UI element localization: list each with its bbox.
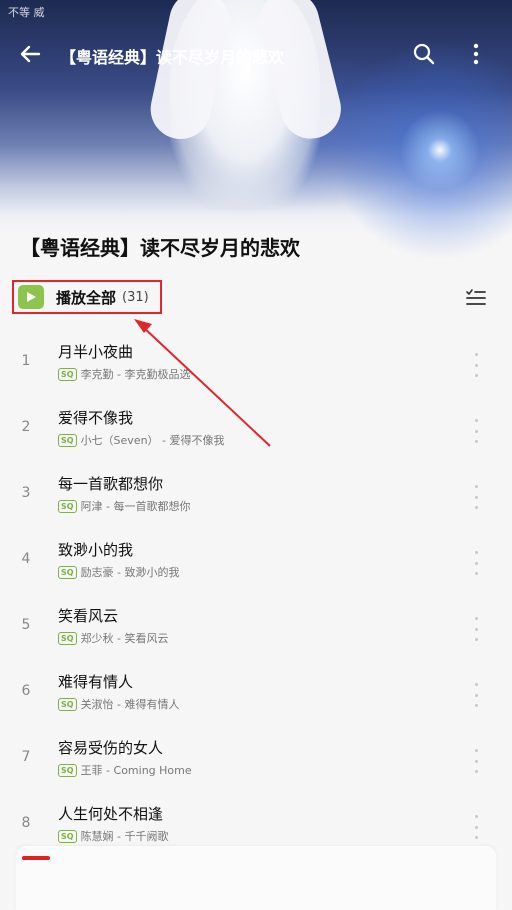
song-title: 爱得不像我 xyxy=(58,409,134,427)
song-row[interactable]: 5 笑看风云 SQ 郑少秋 - 笑看风云 xyxy=(0,597,512,663)
song-title: 每一首歌都想你 xyxy=(58,475,164,493)
song-artist-album: 李克勤 - 李克勤极品选 xyxy=(80,368,191,381)
playlist-title: 【粤语经典】读不尽岁月的悲欢 xyxy=(20,236,300,260)
song-title: 致渺小的我 xyxy=(58,541,134,559)
sq-quality-badge: SQ xyxy=(58,565,77,579)
song-row[interactable]: 2 爱得不像我 SQ 小七（Seven） - 爱得不像我 xyxy=(0,399,512,465)
song-index: 6 xyxy=(21,683,31,699)
song-artist-album: 王菲 - Coming Home xyxy=(80,764,192,777)
sq-quality-badge: SQ xyxy=(58,631,77,645)
arrow-left-icon[interactable] xyxy=(14,38,46,70)
song-more-icon[interactable] xyxy=(470,749,482,773)
sq-quality-badge: SQ xyxy=(58,763,77,777)
song-row[interactable]: 7 容易受伤的女人 SQ 王菲 - Coming Home xyxy=(0,729,512,795)
header-title: 【粤语经典】读不尽岁月的悲欢 xyxy=(60,48,285,67)
song-artist-album: 阿津 - 每一首歌都想你 xyxy=(80,500,191,513)
song-more-icon[interactable] xyxy=(470,419,482,443)
song-title: 容易受伤的女人 xyxy=(58,739,164,757)
song-index: 2 xyxy=(21,419,31,435)
song-more-icon[interactable] xyxy=(470,353,482,377)
song-more-icon[interactable] xyxy=(470,683,482,707)
sq-quality-badge: SQ xyxy=(58,697,77,711)
song-artist-album: 小七（Seven） - 爱得不像我 xyxy=(80,434,225,447)
sq-quality-badge: SQ xyxy=(58,433,77,447)
song-artist-album: 关淑怡 - 难得有情人 xyxy=(80,698,180,711)
more-vertical-icon[interactable] xyxy=(460,38,492,70)
song-index: 3 xyxy=(21,485,31,501)
song-title: 难得有情人 xyxy=(58,673,134,691)
song-index: 7 xyxy=(21,749,31,765)
play-icon xyxy=(18,285,44,309)
song-row[interactable]: 4 致渺小的我 SQ 励志豪 - 致渺小的我 xyxy=(0,531,512,597)
song-more-icon[interactable] xyxy=(470,815,482,839)
song-row[interactable]: 3 每一首歌都想你 SQ 阿津 - 每一首歌都想你 xyxy=(0,465,512,531)
song-row[interactable]: 6 难得有情人 SQ 关淑怡 - 难得有情人 xyxy=(0,663,512,729)
song-more-icon[interactable] xyxy=(470,551,482,575)
status-bar-text: 不等 威 xyxy=(8,6,45,19)
play-all-button[interactable]: 播放全部 (31) xyxy=(12,280,162,314)
multi-select-icon[interactable] xyxy=(464,286,488,310)
song-artist-album: 励志豪 - 致渺小的我 xyxy=(80,566,180,579)
song-more-icon[interactable] xyxy=(470,485,482,509)
song-title: 月半小夜曲 xyxy=(58,343,134,361)
play-all-label: 播放全部 xyxy=(56,288,117,307)
song-title: 人生何处不相逢 xyxy=(58,805,164,823)
song-more-icon[interactable] xyxy=(470,617,482,641)
mini-player-cover xyxy=(22,856,50,860)
search-icon[interactable] xyxy=(408,38,440,70)
song-index: 8 xyxy=(21,815,31,831)
song-title: 笑看风云 xyxy=(58,607,119,625)
song-index: 1 xyxy=(21,353,31,369)
sq-quality-badge: SQ xyxy=(58,499,77,513)
song-index: 5 xyxy=(21,617,31,633)
top-app-bar: 【粤语经典】读不尽岁月的悲欢 xyxy=(0,28,512,80)
song-artist-album: 陈慧娴 - 千千阙歌 xyxy=(80,830,169,843)
song-index: 4 xyxy=(21,551,31,567)
song-count: (31) xyxy=(122,289,149,305)
song-artist-album: 郑少秋 - 笑看风云 xyxy=(80,632,169,645)
mini-player-bar[interactable] xyxy=(16,846,496,910)
song-row[interactable]: 1 月半小夜曲 SQ 李克勤 - 李克勤极品选 xyxy=(0,333,512,399)
sq-quality-badge: SQ xyxy=(58,367,77,381)
sq-quality-badge: SQ xyxy=(58,829,77,843)
